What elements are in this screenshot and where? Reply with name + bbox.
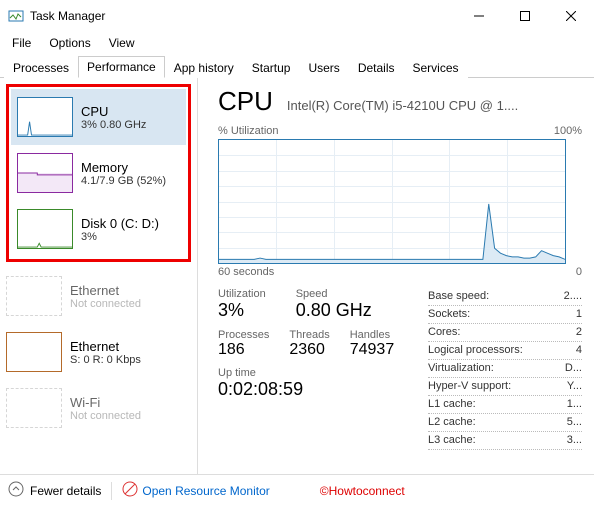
graph-xright: 0 — [576, 266, 582, 278]
open-resource-monitor-link[interactable]: Open Resource Monitor — [122, 481, 269, 500]
wifi-label: Wi-Fi Not connected — [70, 395, 191, 422]
sidebar-item-disk0[interactable]: Disk 0 (C: D:) 3% — [11, 201, 186, 257]
tab-services[interactable]: Services — [404, 57, 468, 78]
eth2-label: Ethernet S: 0 R: 0 Kbps — [70, 339, 191, 366]
graph-ylabel: % Utilization — [218, 125, 279, 137]
maximize-button[interactable] — [502, 0, 548, 32]
disk-label: Disk 0 (C: D:) 3% — [81, 216, 180, 243]
info-row: Cores:2 — [428, 324, 582, 342]
stat-processes: Processes 186 — [218, 329, 269, 359]
tab-startup[interactable]: Startup — [243, 57, 300, 78]
info-row: L3 cache:3... — [428, 432, 582, 450]
info-row: Virtualization:D... — [428, 360, 582, 378]
stat-handles: Handles 74937 — [350, 329, 395, 359]
main-panel: CPU Intel(R) Core(TM) i5-4210U CPU @ 1..… — [198, 78, 594, 474]
window-controls — [456, 0, 594, 32]
wifi-thumb — [6, 388, 62, 428]
resource-monitor-icon — [122, 481, 138, 500]
eth1-thumb — [6, 276, 62, 316]
info-row: L1 cache:1... — [428, 396, 582, 414]
menu-view[interactable]: View — [101, 34, 143, 52]
window-title: Task Manager — [30, 9, 456, 23]
titlebar: Task Manager — [0, 0, 594, 32]
fewer-details-button[interactable]: Fewer details — [8, 481, 101, 500]
uptime-label: Up time — [218, 367, 428, 379]
cpu-graph — [218, 139, 566, 264]
highlight-box: CPU 3% 0.80 GHz Memory 4.1/7.9 GB (52%) — [6, 84, 191, 262]
separator — [111, 482, 112, 500]
tab-processes[interactable]: Processes — [4, 57, 78, 78]
info-row: Base speed:2.... — [428, 288, 582, 306]
sidebar-item-cpu[interactable]: CPU 3% 0.80 GHz — [11, 89, 186, 145]
close-button[interactable] — [548, 0, 594, 32]
cpu-thumb — [17, 97, 73, 137]
tab-performance[interactable]: Performance — [78, 56, 165, 78]
graph-xleft: 60 seconds — [218, 266, 274, 278]
chevron-up-circle-icon — [8, 481, 24, 500]
stat-threads: Threads 2360 — [289, 329, 329, 359]
disk-thumb — [17, 209, 73, 249]
eth1-label: Ethernet Not connected — [70, 283, 191, 310]
tab-app-history[interactable]: App history — [165, 57, 243, 78]
cpu-name: Intel(R) Core(TM) i5-4210U CPU @ 1.... — [287, 98, 582, 113]
info-row: Hyper-V support:Y... — [428, 378, 582, 396]
info-row: Sockets:1 — [428, 306, 582, 324]
stat-speed: Speed 0.80 GHz — [296, 288, 372, 321]
page-title: CPU — [218, 86, 273, 117]
cpu-label: CPU 3% 0.80 GHz — [81, 104, 180, 131]
uptime-value: 0:02:08:59 — [218, 379, 428, 400]
info-row: L2 cache:5... — [428, 414, 582, 432]
footer: Fewer details Open Resource Monitor ©How… — [0, 474, 594, 506]
sidebar-item-ethernet1[interactable]: Ethernet Not connected — [0, 268, 197, 324]
sidebar-item-memory[interactable]: Memory 4.1/7.9 GB (52%) — [11, 145, 186, 201]
stat-utilization: Utilization 3% — [218, 288, 266, 321]
menubar: File Options View — [0, 32, 594, 54]
sidebar-item-ethernet2[interactable]: Ethernet S: 0 R: 0 Kbps — [0, 324, 197, 380]
tab-details[interactable]: Details — [349, 57, 404, 78]
info-row: Logical processors:4 — [428, 342, 582, 360]
minimize-button[interactable] — [456, 0, 502, 32]
sidebar: CPU 3% 0.80 GHz Memory 4.1/7.9 GB (52%) — [0, 78, 198, 474]
info-table: Base speed:2....Sockets:1Cores:2Logical … — [428, 288, 582, 450]
content: CPU 3% 0.80 GHz Memory 4.1/7.9 GB (52%) — [0, 78, 594, 474]
watermark: ©Howtoconnect — [320, 484, 405, 498]
taskmgr-icon — [8, 8, 24, 24]
tabbar: Processes Performance App history Startu… — [0, 54, 594, 78]
eth2-thumb — [6, 332, 62, 372]
menu-options[interactable]: Options — [41, 34, 98, 52]
tab-users[interactable]: Users — [299, 57, 348, 78]
sidebar-item-wifi[interactable]: Wi-Fi Not connected — [0, 380, 197, 436]
graph-ymax: 100% — [554, 125, 582, 137]
menu-file[interactable]: File — [4, 34, 39, 52]
memory-thumb — [17, 153, 73, 193]
memory-label: Memory 4.1/7.9 GB (52%) — [81, 160, 180, 187]
